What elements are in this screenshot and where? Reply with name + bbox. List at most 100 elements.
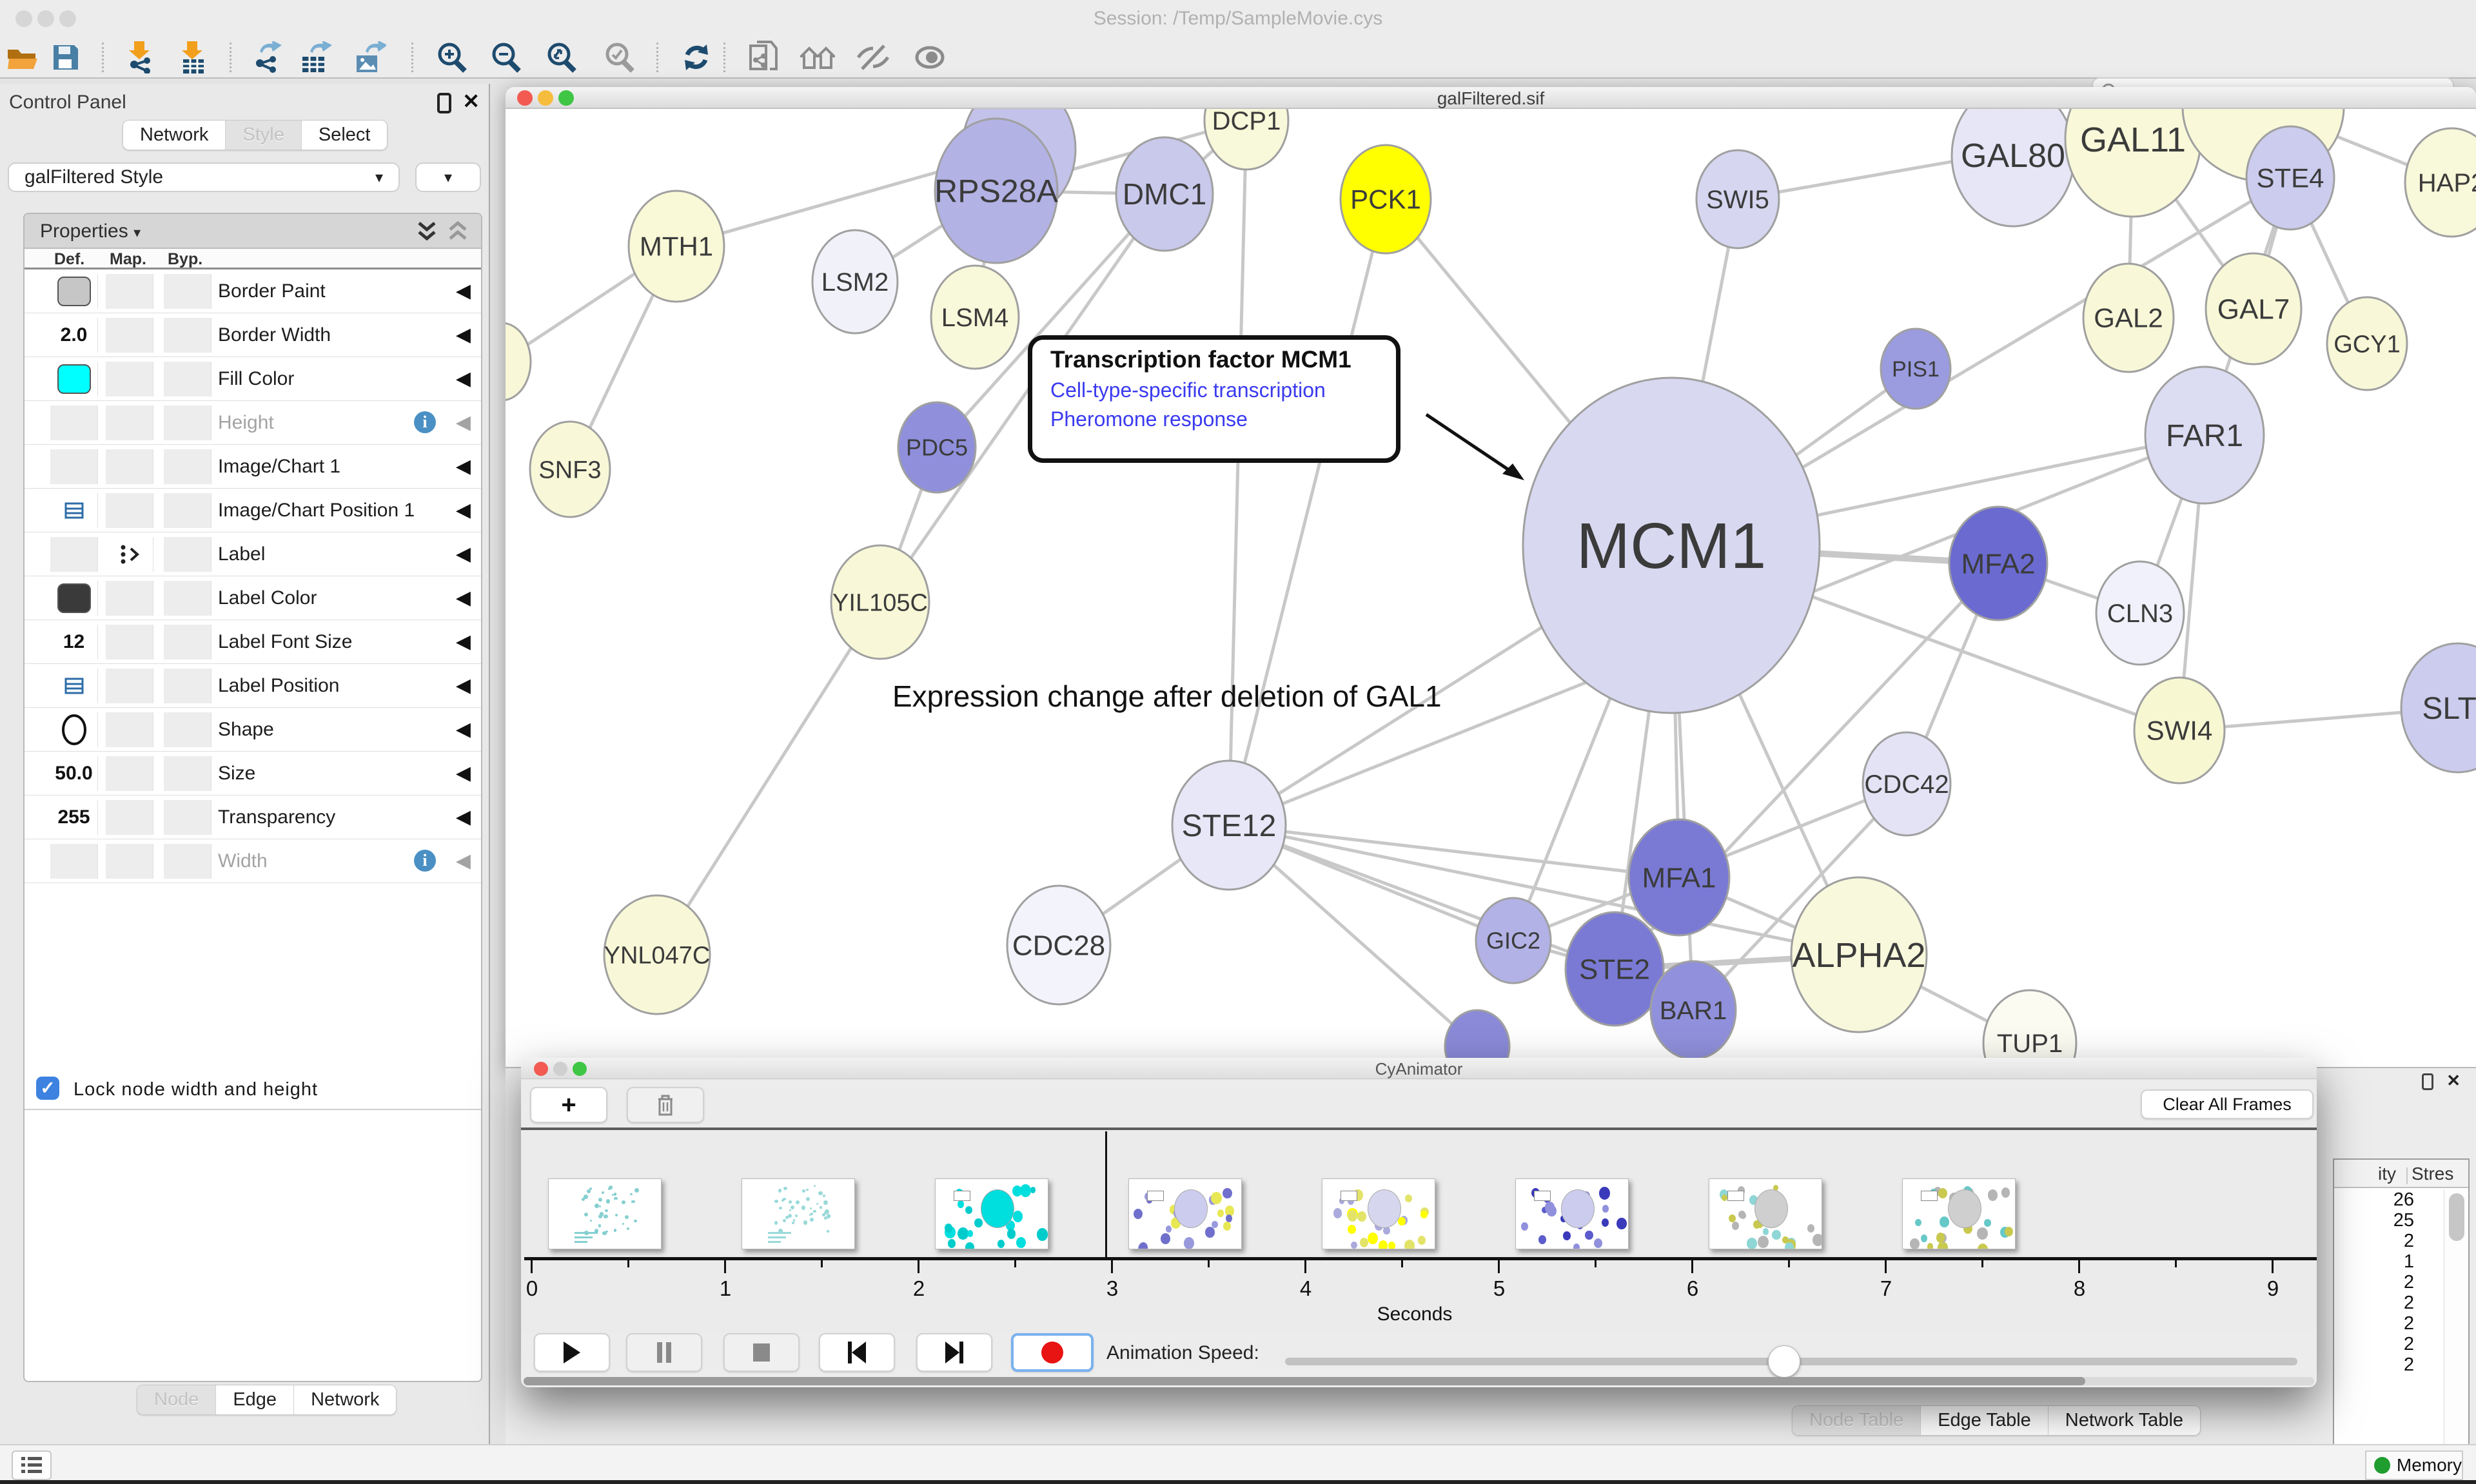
- table-cell[interactable]: 2: [2334, 1313, 2424, 1334]
- frame-thumbnail-3s[interactable]: [1128, 1178, 1242, 1249]
- import-table-icon[interactable]: [175, 41, 211, 73]
- table-cell[interactable]: 26: [2334, 1189, 2424, 1210]
- tab-style[interactable]: Style: [225, 121, 300, 150]
- frame-thumbnail-0s[interactable]: [548, 1178, 662, 1249]
- byp-cell[interactable]: [164, 712, 211, 747]
- expand-row-arrow-icon[interactable]: ◀: [456, 543, 471, 565]
- expand-row-arrow-icon[interactable]: ◀: [456, 762, 471, 785]
- collapse-all-icon[interactable]: [445, 220, 471, 244]
- show-hide-panels-button[interactable]: [12, 1450, 52, 1480]
- map-cell[interactable]: [106, 362, 153, 396]
- expand-row-arrow-icon[interactable]: ◀: [456, 850, 471, 872]
- frame-thumbnail-4s[interactable]: [1322, 1178, 1435, 1249]
- def-cell[interactable]: [50, 844, 98, 879]
- property-row-label-font-size[interactable]: 12Label Font Size◀: [25, 620, 481, 664]
- map-cell[interactable]: [106, 581, 153, 616]
- column-header[interactable]: Stres: [2412, 1164, 2453, 1184]
- property-row-border-paint[interactable]: Border Paint◀: [25, 269, 481, 313]
- def-cell[interactable]: 2.0: [50, 318, 98, 353]
- expand-row-arrow-icon[interactable]: ◀: [456, 411, 471, 434]
- node-yellowcut[interactable]: [506, 323, 531, 400]
- byp-cell[interactable]: [164, 274, 211, 309]
- float-panel-icon[interactable]: [437, 93, 451, 113]
- tab-network-table[interactable]: Network Table: [2048, 1406, 2200, 1435]
- def-cell[interactable]: [50, 581, 98, 616]
- float-panel-icon[interactable]: [2422, 1073, 2433, 1090]
- byp-cell[interactable]: [164, 625, 211, 659]
- skip-to-start-button[interactable]: [819, 1333, 895, 1372]
- tab-node[interactable]: Node: [137, 1385, 215, 1414]
- property-row-fill-color[interactable]: Fill Color◀: [25, 357, 481, 401]
- delete-frame-button[interactable]: [627, 1087, 704, 1123]
- zoom-selected-icon[interactable]: [601, 41, 637, 73]
- zoom-out-icon[interactable]: [487, 41, 524, 73]
- byp-cell[interactable]: [164, 800, 211, 835]
- tab-network[interactable]: Network: [123, 121, 225, 150]
- byp-cell[interactable]: [164, 844, 211, 879]
- map-cell[interactable]: [106, 274, 153, 309]
- expand-row-arrow-icon[interactable]: ◀: [456, 718, 471, 741]
- byp-cell[interactable]: [164, 756, 211, 791]
- home-network-icon[interactable]: [800, 41, 836, 73]
- map-cell[interactable]: [106, 537, 153, 572]
- property-row-height[interactable]: Heighti◀: [25, 401, 481, 445]
- clear-all-frames-button[interactable]: Clear All Frames: [2141, 1089, 2314, 1119]
- map-cell[interactable]: [106, 625, 153, 659]
- hide-panel-eye-slash-icon[interactable]: [855, 41, 891, 73]
- zoom-in-icon[interactable]: [433, 41, 469, 73]
- map-cell[interactable]: [106, 844, 153, 879]
- frame-thumbnail-6s[interactable]: [1709, 1178, 1822, 1249]
- byp-cell[interactable]: [164, 493, 211, 528]
- frame-thumbnail-5s[interactable]: [1515, 1178, 1629, 1249]
- add-frame-button[interactable]: +: [530, 1087, 607, 1123]
- expand-row-arrow-icon[interactable]: ◀: [456, 367, 471, 390]
- expand-row-arrow-icon[interactable]: ◀: [456, 324, 471, 346]
- def-cell[interactable]: 255: [50, 800, 98, 835]
- byp-cell[interactable]: [164, 362, 211, 396]
- property-row-border-width[interactable]: 2.0Border Width◀: [25, 313, 481, 357]
- property-row-image-chart-position-1[interactable]: Image/Chart Position 1◀: [25, 489, 481, 532]
- map-cell[interactable]: [106, 669, 153, 703]
- network-canvas[interactable]: RPS28ADMC1DCP1PCK1SWI5GAL80GAL11STE4HAP2…: [506, 109, 2476, 1067]
- property-row-image-chart-1[interactable]: Image/Chart 1◀: [25, 445, 481, 489]
- def-cell[interactable]: 50.0: [50, 756, 98, 791]
- table-scrollbar[interactable]: [2444, 1189, 2468, 1467]
- expand-all-icon[interactable]: [414, 220, 440, 244]
- expand-row-arrow-icon[interactable]: ◀: [456, 806, 471, 828]
- style-selector[interactable]: galFiltered Style ▾: [8, 162, 400, 192]
- open-folder-icon[interactable]: [5, 41, 41, 73]
- def-cell[interactable]: 12: [50, 625, 98, 659]
- record-button[interactable]: [1011, 1333, 1094, 1372]
- tab-edge-table[interactable]: Edge Table: [1920, 1406, 2048, 1435]
- def-cell[interactable]: [50, 537, 98, 572]
- table-cell[interactable]: 1: [2334, 1251, 2424, 1272]
- map-cell[interactable]: [106, 405, 153, 440]
- tab-network[interactable]: Network: [293, 1385, 396, 1414]
- def-cell[interactable]: [50, 405, 98, 440]
- property-row-label[interactable]: Label◀: [25, 532, 481, 576]
- expand-row-arrow-icon[interactable]: ◀: [456, 587, 471, 609]
- info-icon[interactable]: i: [414, 411, 436, 433]
- export-network-icon[interactable]: [249, 41, 285, 73]
- style-options-button[interactable]: ▾: [415, 162, 481, 192]
- export-image-icon[interactable]: [352, 41, 388, 73]
- table-cell[interactable]: 2: [2334, 1231, 2424, 1251]
- expand-row-arrow-icon[interactable]: ◀: [456, 499, 471, 522]
- byp-cell[interactable]: [164, 669, 211, 703]
- property-row-label-position[interactable]: Label Position◀: [25, 664, 481, 708]
- zoom-fit-icon[interactable]: [543, 41, 579, 73]
- table-cell[interactable]: 2: [2334, 1293, 2424, 1313]
- properties-header[interactable]: Properties ▾: [25, 214, 481, 249]
- byp-cell[interactable]: [164, 449, 211, 484]
- table-cell[interactable]: 2: [2334, 1354, 2424, 1375]
- annotation-link[interactable]: Pheromone response: [1050, 407, 1396, 431]
- map-cell[interactable]: [106, 493, 153, 528]
- import-network-icon[interactable]: [121, 41, 157, 73]
- lock-checkbox[interactable]: ✓: [36, 1077, 59, 1100]
- map-cell[interactable]: [106, 712, 153, 747]
- map-cell[interactable]: [106, 449, 153, 484]
- table-cell[interactable]: 2: [2334, 1334, 2424, 1354]
- map-cell[interactable]: [106, 318, 153, 353]
- play-button[interactable]: [534, 1333, 610, 1372]
- cyanimator-timeline[interactable]: 0123456789Seconds: [521, 1130, 2317, 1333]
